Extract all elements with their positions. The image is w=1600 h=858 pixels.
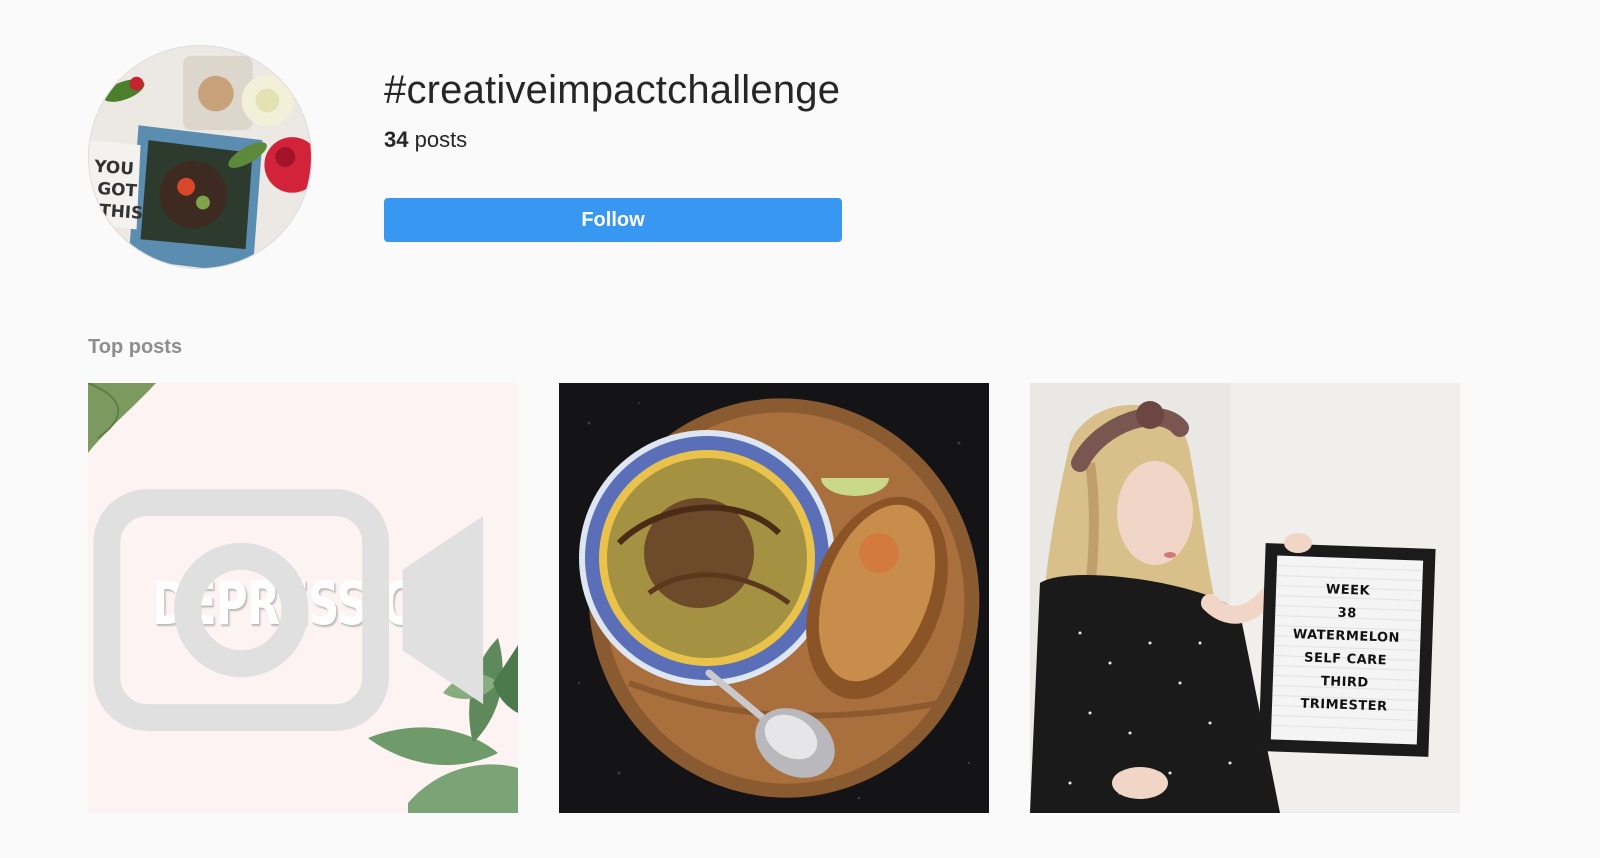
avatar-text-line: GOT <box>97 178 138 201</box>
post-count: 34 posts <box>384 126 467 154</box>
post-tile[interactable]: WEEK 38 WATERMELON SELF CARE THIRD TRIME… <box>1030 383 1460 813</box>
letterboard-text: WEEK 38 WATERMELON SELF CARE THIRD TRIME… <box>1274 577 1419 720</box>
avatar-text-line: YOU <box>93 156 135 179</box>
post-tile[interactable]: DEPRESSION <box>88 383 518 813</box>
hashtag-title: #creativeimpactchallenge <box>384 68 841 112</box>
avatar-text-line: THIS <box>99 200 144 223</box>
hashtag-page: YOU GOT THIS #creativeimpactchallenge 34… <box>0 0 1600 858</box>
letterboard-line: WATERMELON <box>1292 627 1401 646</box>
video-icon <box>93 489 484 731</box>
post-count-label: posts <box>408 127 468 152</box>
post-count-number: 34 <box>384 127 409 152</box>
letterboard-line: TRIMESTER <box>1300 696 1388 715</box>
follow-button[interactable]: Follow <box>384 198 842 242</box>
hashtag-avatar: YOU GOT THIS <box>88 45 312 269</box>
post-tile[interactable] <box>559 383 989 813</box>
top-posts-heading: Top posts <box>88 336 183 358</box>
